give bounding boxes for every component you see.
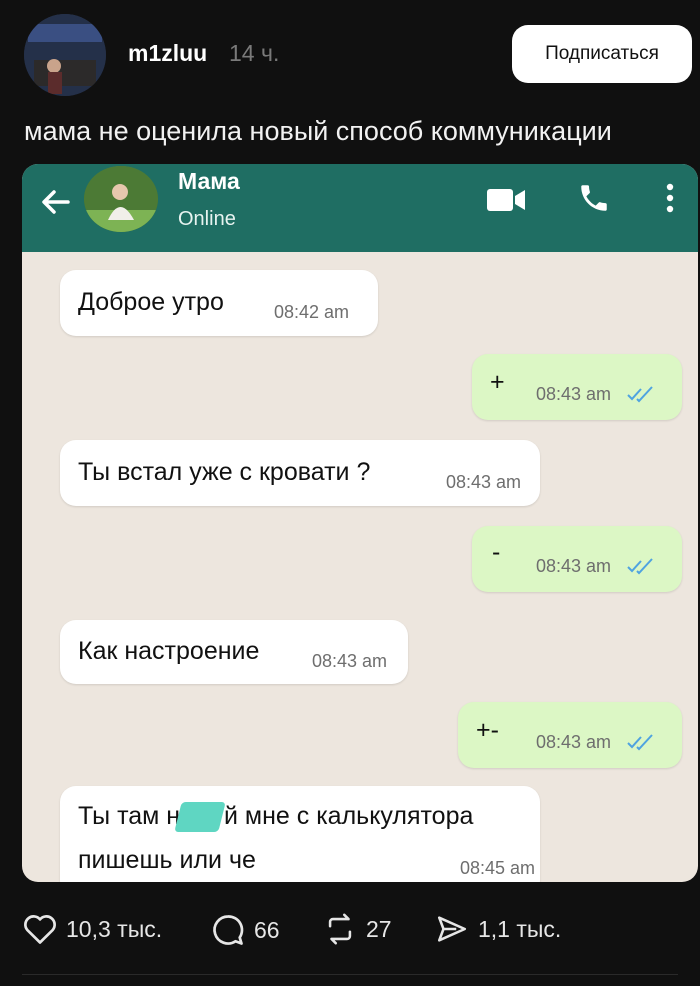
message-time: 08:43 am	[312, 651, 388, 671]
incoming-message: Доброе утро 08:42 am	[60, 270, 378, 336]
contact-name: Мама	[178, 168, 240, 194]
share-count: 1,1 тыс.	[478, 915, 562, 942]
contact-status: Online	[178, 208, 236, 230]
message-time: 08:43 am	[536, 384, 612, 404]
message-text: +	[490, 368, 505, 396]
author-avatar[interactable]	[24, 14, 106, 96]
repost-button[interactable]: 27	[322, 912, 392, 946]
post-username[interactable]: m1zluu	[128, 40, 207, 67]
comment-button[interactable]: 66	[210, 912, 280, 948]
double-check-icon	[627, 558, 653, 575]
repost-count: 27	[366, 915, 392, 942]
divider	[22, 974, 678, 975]
share-button[interactable]: 1,1 тыс.	[434, 912, 561, 946]
message-time: 08:43 am	[536, 732, 612, 752]
message-text: Доброе утро	[78, 288, 224, 316]
like-count: 10,3 тыс.	[66, 915, 163, 942]
message-text: -	[492, 538, 501, 566]
message-text-second-line: пишешь или че	[78, 846, 256, 874]
message-text: Как настроение	[78, 637, 260, 665]
message-time: 08:45 am	[460, 858, 536, 878]
incoming-message: Ты встал уже с кровати ? 08:43 am	[60, 440, 540, 506]
message-time: 08:43 am	[446, 472, 522, 492]
outgoing-message: + 08:43 am	[472, 354, 682, 420]
comment-count: 66	[254, 916, 280, 943]
follow-button[interactable]: Подписаться	[512, 25, 692, 83]
message-time: 08:42 am	[274, 302, 350, 322]
double-check-icon	[627, 386, 653, 403]
incoming-message: Как настроение 08:43 am	[60, 620, 408, 684]
like-button[interactable]: 10,3 тыс.	[22, 912, 162, 946]
more-vert-icon	[658, 178, 682, 218]
contact-avatar	[84, 166, 158, 232]
double-check-icon	[627, 734, 653, 751]
send-icon	[437, 916, 467, 942]
message-text: Ты встал уже с кровати ?	[78, 458, 371, 486]
chat-screenshot[interactable]: Мама Online Доброе утро 08:42 am + 08:43…	[22, 164, 698, 882]
message-text-continued: й мне с калькулятора	[224, 802, 474, 830]
chat-header: Мама Online	[22, 164, 698, 252]
repost-icon	[328, 913, 352, 945]
video-call-icon	[484, 182, 528, 218]
phone-icon	[574, 178, 614, 218]
outgoing-message: +- 08:43 am	[458, 702, 682, 768]
post-text: мама не оценила новый способ коммуникаци…	[24, 116, 612, 146]
message-time: 08:43 am	[536, 556, 612, 576]
incoming-message: Ты там н й мне с калькулятора пишешь или…	[60, 786, 540, 882]
back-arrow-icon	[36, 182, 76, 222]
message-text: Ты там н	[78, 802, 181, 830]
heart-icon	[24, 915, 56, 944]
outgoing-message: - 08:43 am	[472, 526, 682, 592]
censor-mark	[174, 802, 226, 832]
post-time: 14 ч.	[229, 40, 280, 66]
message-text: +-	[476, 716, 499, 744]
avatar-image	[24, 14, 106, 96]
comment-icon	[213, 915, 244, 945]
